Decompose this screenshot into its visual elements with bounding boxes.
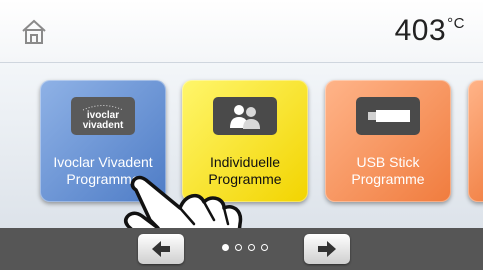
home-icon[interactable] [20, 18, 48, 46]
tile-label: USB Stick Programme [325, 154, 451, 188]
footer-navigation [0, 228, 483, 270]
tile-usb-stick-programme[interactable]: USB Stick Programme [325, 80, 451, 202]
tile-label-line2: Programme [351, 171, 425, 187]
arrow-right-icon [318, 241, 336, 257]
screen: 403°C ivoclar vivadent Ivoclar Vivadent … [0, 0, 483, 270]
page-dot-3 [248, 244, 255, 251]
ivoclar-logo-icon: ivoclar vivadent [71, 97, 135, 135]
temperature-display: 403°C [395, 14, 465, 48]
arrow-left-icon [152, 241, 170, 257]
page-dot-1 [222, 244, 229, 251]
page-dot-2 [235, 244, 242, 251]
header-bar: 403°C [0, 0, 483, 63]
temperature-unit: °C [447, 15, 465, 32]
logo-text-line2: vivadent [83, 120, 124, 131]
users-icon [213, 97, 277, 135]
usb-stick-icon [356, 97, 420, 135]
page-indicator [218, 241, 278, 255]
program-selection-area: ivoclar vivadent Ivoclar Vivadent Progra… [0, 63, 483, 270]
page-dot-4 [261, 244, 268, 251]
temperature-value: 403 [394, 14, 447, 47]
next-page-button[interactable] [304, 234, 350, 264]
tile-next-partial[interactable] [468, 80, 483, 202]
previous-page-button[interactable] [138, 234, 184, 264]
tile-label-line1: USB Stick [356, 154, 420, 170]
